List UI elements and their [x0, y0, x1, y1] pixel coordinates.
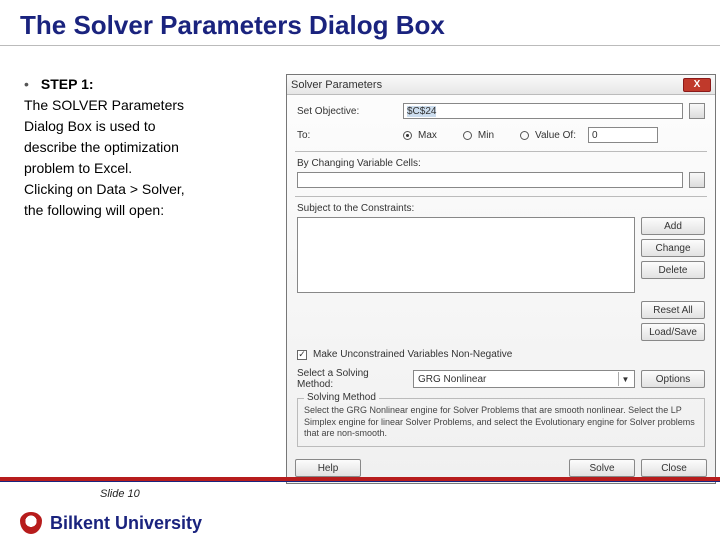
- university-logo-row: Bilkent University: [20, 512, 202, 534]
- set-objective-input[interactable]: $C$24: [403, 103, 683, 119]
- delete-button[interactable]: Delete: [641, 261, 705, 279]
- slide-title: The Solver Parameters Dialog Box: [0, 0, 720, 46]
- radio-min[interactable]: [463, 131, 472, 140]
- help-button[interactable]: Help: [295, 459, 361, 477]
- radio-min-label: Min: [478, 130, 494, 141]
- body-line: problem to Excel.: [24, 158, 274, 179]
- slide-number: Slide 10: [100, 488, 140, 500]
- nonneg-label: Make Unconstrained Variables Non-Negativ…: [313, 349, 512, 360]
- reset-all-button[interactable]: Reset All: [641, 301, 705, 319]
- to-label: To:: [297, 130, 397, 141]
- changing-cells-label: By Changing Variable Cells:: [297, 158, 705, 169]
- slide-body: • STEP 1: The SOLVER Parameters Dialog B…: [24, 74, 274, 484]
- solve-button[interactable]: Solve: [569, 459, 635, 477]
- set-objective-label: Set Objective:: [297, 106, 397, 117]
- close-button[interactable]: Close: [641, 459, 707, 477]
- chevron-down-icon: ▼: [618, 372, 632, 386]
- add-button[interactable]: Add: [641, 217, 705, 235]
- nonneg-checkbox[interactable]: ✓: [297, 350, 307, 360]
- radio-valueof-label: Value Of:: [535, 130, 576, 141]
- constraints-listbox[interactable]: [297, 217, 635, 293]
- constraints-label: Subject to the Constraints:: [297, 203, 705, 214]
- change-button[interactable]: Change: [641, 239, 705, 257]
- body-line: Clicking on Data > Solver,: [24, 179, 274, 200]
- solver-dialog: Solver Parameters X Set Objective: $C$24…: [286, 74, 716, 484]
- valueof-input[interactable]: 0: [588, 127, 658, 143]
- university-name: Bilkent University: [50, 513, 202, 534]
- solving-method-group: Solving Method Select the GRG Nonlinear …: [297, 398, 705, 447]
- close-button[interactable]: X: [683, 78, 711, 92]
- bullet-icon: •: [24, 74, 29, 95]
- group-text: Select the GRG Nonlinear engine for Solv…: [304, 405, 698, 440]
- dialog-title: Solver Parameters: [291, 79, 382, 91]
- load-save-button[interactable]: Load/Save: [641, 323, 705, 341]
- ref-picker-button[interactable]: [689, 172, 705, 188]
- step-label: STEP 1:: [41, 74, 94, 95]
- options-button[interactable]: Options: [641, 370, 705, 388]
- changing-cells-input[interactable]: [297, 172, 683, 188]
- body-line: describe the optimization: [24, 137, 274, 158]
- radio-max-label: Max: [418, 130, 437, 141]
- body-line: Dialog Box is used to: [24, 116, 274, 137]
- shield-icon: [20, 512, 42, 534]
- method-label: Select a Solving Method:: [297, 368, 407, 390]
- method-select[interactable]: GRG Nonlinear ▼: [413, 370, 635, 388]
- ref-picker-button[interactable]: [689, 103, 705, 119]
- footer-divider: [0, 477, 720, 482]
- body-line: the following will open:: [24, 200, 274, 221]
- group-label: Solving Method: [304, 392, 379, 403]
- radio-max[interactable]: [403, 131, 412, 140]
- body-line: The SOLVER Parameters: [24, 95, 274, 116]
- radio-valueof[interactable]: [520, 131, 529, 140]
